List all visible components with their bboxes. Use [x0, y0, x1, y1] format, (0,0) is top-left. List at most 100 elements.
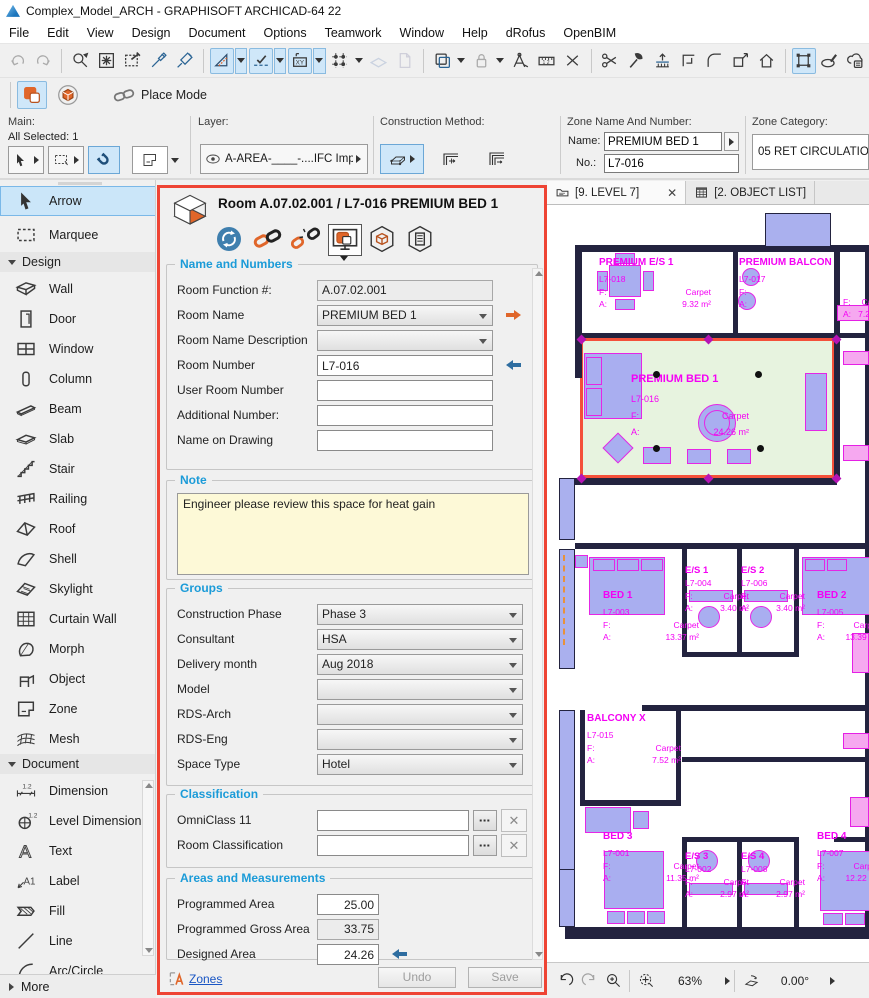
fillet-button[interactable] [702, 48, 726, 74]
guides-button[interactable] [210, 48, 234, 74]
text-field[interactable] [317, 430, 493, 451]
tool-railing[interactable]: Railing [0, 484, 156, 514]
tool-slab[interactable]: Slab [0, 424, 156, 454]
tool-arc-circle[interactable]: Arc/Circle [0, 956, 156, 974]
scroll-up-icon[interactable] [535, 271, 543, 276]
tool-fill[interactable]: Fill [0, 896, 156, 926]
zone-name-flyout[interactable] [724, 132, 739, 151]
scroll-down-icon[interactable] [535, 952, 543, 957]
zone-hotspot[interactable] [755, 371, 762, 378]
syringe-button[interactable] [173, 48, 197, 74]
text-field[interactable] [317, 835, 469, 856]
zone-number-input[interactable] [604, 154, 739, 173]
menu-options[interactable]: Options [254, 24, 315, 42]
menu-view[interactable]: View [78, 24, 123, 42]
rotation-value[interactable]: 0.00° [763, 974, 827, 988]
offset-dropdown[interactable] [455, 48, 467, 74]
tool-line[interactable]: Line [0, 926, 156, 956]
offset-button[interactable] [430, 48, 454, 74]
nav-forward-button[interactable] [577, 969, 601, 993]
freehand-button[interactable] [818, 48, 842, 74]
text-field[interactable] [317, 810, 469, 831]
tool-wall[interactable]: Wall [0, 274, 156, 304]
clear-button[interactable]: ✕ [501, 809, 527, 832]
clear-button[interactable]: ✕ [501, 834, 527, 857]
wand-button[interactable] [120, 48, 144, 74]
tool-zone[interactable]: Zone [0, 694, 156, 724]
menu-openbim[interactable]: OpenBIM [554, 24, 625, 42]
home-button[interactable] [755, 48, 779, 74]
menu-drofus[interactable]: dRofus [497, 24, 555, 42]
hexdoc-icon[interactable] [406, 225, 434, 253]
arrow-tool-flyout-button[interactable] [8, 146, 44, 174]
nav-back-button[interactable] [553, 969, 577, 993]
tool-dimension[interactable]: 1.2Dimension [0, 776, 156, 806]
toolbox-section-design[interactable]: Design [0, 252, 156, 272]
toolbox-more-section[interactable]: More [0, 974, 156, 998]
zone-favorite-button[interactable] [132, 146, 168, 174]
tool-morph[interactable]: Morph [0, 634, 156, 664]
zoom-flyout-icon[interactable] [725, 977, 730, 985]
zone-stamp-bed-4[interactable]: BED 4L7-007F:CarpetA:12.22 m² [817, 831, 869, 885]
tool-arrow[interactable]: Arrow [0, 186, 156, 216]
construction-method-corner2-button[interactable] [478, 144, 516, 174]
hexcube-icon[interactable] [368, 225, 396, 253]
tab--2-object-list-[interactable]: [2. OBJECT LIST] [686, 181, 815, 204]
magnet-toggle-button[interactable] [88, 146, 120, 174]
guides-dropdown[interactable] [235, 48, 247, 74]
trim-button[interactable] [676, 48, 700, 74]
survey-button[interactable] [508, 48, 532, 74]
resize-button[interactable] [728, 48, 752, 74]
text-field[interactable] [317, 894, 379, 915]
snapgrid-dropdown[interactable] [353, 48, 365, 74]
combo-field[interactable]: Aug 2018 [317, 654, 523, 675]
tab-close-icon[interactable]: ✕ [667, 187, 677, 199]
marquee-tool-flyout-button[interactable] [48, 146, 84, 174]
combo-field[interactable]: HSA [317, 629, 523, 650]
tool-marquee[interactable]: Marquee [0, 220, 156, 250]
coords-button[interactable]: XY [288, 48, 312, 74]
lock-dropdown[interactable] [494, 48, 506, 74]
split-button[interactable] [598, 48, 622, 74]
tool-beam[interactable]: Beam [0, 394, 156, 424]
snapguide-dropdown[interactable] [274, 48, 286, 74]
combo-field[interactable] [317, 679, 523, 700]
text-field[interactable] [317, 944, 379, 965]
construction-method-corner1-button[interactable] [432, 144, 470, 174]
sync-icon[interactable] [216, 226, 242, 252]
zone-hotspot[interactable] [653, 445, 660, 452]
find-button[interactable] [68, 48, 92, 74]
bimcloud-button[interactable] [844, 48, 868, 74]
tool-curtain-wall[interactable]: Curtain Wall [0, 604, 156, 634]
place-single-button[interactable] [17, 81, 47, 109]
zone-stamp-balcony-x[interactable]: BALCONY XL7-015F:CarpetA:7.52 m² [587, 713, 681, 767]
tool-shell[interactable]: Shell [0, 544, 156, 574]
tool-text[interactable]: AText [0, 836, 156, 866]
zone-stamp-es-1[interactable]: E/S 1L7-004F:CarpetA:3.40 m² [685, 565, 749, 615]
push-to-drofus-icon[interactable] [505, 309, 522, 321]
tool-object[interactable]: Object [0, 664, 156, 694]
snapguide-button[interactable] [249, 48, 273, 74]
scroll-up-icon[interactable] [145, 783, 153, 788]
save-button[interactable]: Save [468, 967, 542, 988]
fit-in-window-button[interactable] [634, 969, 658, 993]
zone-stamp-premium-es-1[interactable]: PREMIUM E/S 1L7-018F:CarpetA:9.32 m² [599, 257, 711, 311]
adjust-button[interactable] [624, 48, 648, 74]
tab--9-level-7-[interactable]: [9. LEVEL 7]✕ [547, 181, 686, 204]
zoom-level-value[interactable]: 63% [658, 974, 722, 988]
zoom-in-button[interactable] [601, 969, 625, 993]
menu-file[interactable]: File [0, 24, 38, 42]
text-field[interactable] [317, 405, 493, 426]
fav-button[interactable] [94, 48, 118, 74]
menu-help[interactable]: Help [453, 24, 497, 42]
layer-selector-button[interactable]: A-AREA-____-....IFC Import [200, 144, 368, 174]
tool-stair[interactable]: Stair [0, 454, 156, 484]
tool-door[interactable]: Door [0, 304, 156, 334]
zone-category-button[interactable]: 05 RET CIRCULATION [752, 134, 869, 170]
tool-mesh[interactable]: Mesh [0, 724, 156, 754]
place-3d-button[interactable] [53, 81, 83, 109]
pull-from-model-icon[interactable] [391, 948, 408, 960]
zone-stamp-premium-bed-1[interactable]: PREMIUM BED 1L7-016F:CarpetA:24.26 m² [631, 373, 749, 443]
zone-stamp-es-3[interactable]: E/S 3L7-002F:CarpetA:2.97 m² [685, 851, 749, 901]
menu-design[interactable]: Design [123, 24, 180, 42]
